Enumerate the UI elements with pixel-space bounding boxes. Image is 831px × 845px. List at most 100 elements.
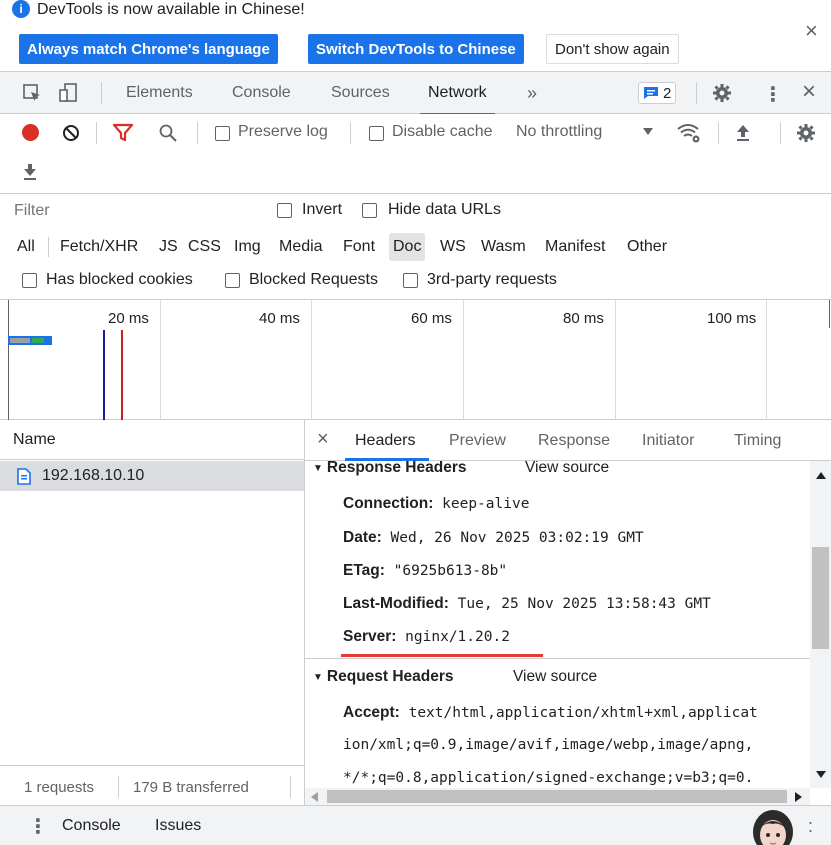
details-tab-bar: × Headers Preview Response Initiator Tim…	[305, 420, 831, 461]
type-filter-doc[interactable]: Doc	[389, 233, 426, 261]
search-icon[interactable]	[158, 123, 178, 143]
tab-headers[interactable]: Headers	[355, 432, 415, 450]
scroll-right-arrow-icon[interactable]	[795, 792, 802, 802]
scrollbar-thumb[interactable]	[812, 547, 829, 649]
network-toolbar: Preserve log Disable cache No throttling	[0, 114, 831, 194]
network-conditions-icon[interactable]	[676, 122, 702, 144]
divider	[118, 776, 119, 798]
info-icon: i	[12, 0, 30, 18]
filter-icon[interactable]	[112, 123, 134, 143]
tab-elements[interactable]: Elements	[126, 72, 193, 114]
request-headers-section-toggle[interactable]: ▼ Request Headers	[313, 668, 454, 686]
tick-label: 80 ms	[563, 310, 604, 327]
dont-show-again-button[interactable]: Don't show again	[546, 34, 679, 64]
type-filter-ws[interactable]: WS	[436, 233, 470, 261]
table-row[interactable]: 192.168.10.10	[0, 461, 304, 491]
tab-initiator[interactable]: Initiator	[642, 432, 694, 450]
record-icon[interactable]	[22, 124, 39, 141]
type-filter-img[interactable]: Img	[230, 233, 265, 261]
network-settings-gear-icon[interactable]	[796, 123, 816, 143]
overview-start-line	[8, 300, 9, 420]
throttling-select[interactable]: No throttling	[516, 123, 602, 141]
filter-input[interactable]	[10, 198, 258, 224]
scroll-down-arrow-icon[interactable]	[816, 771, 826, 779]
tab-network[interactable]: Network	[420, 72, 495, 115]
tab-timing[interactable]: Timing	[734, 432, 781, 450]
inspect-element-icon[interactable]	[22, 83, 42, 103]
type-filter-media[interactable]: Media	[275, 233, 327, 261]
divider	[96, 122, 97, 144]
disable-cache-checkbox[interactable]	[369, 126, 384, 141]
tab-console[interactable]: Console	[232, 72, 291, 114]
load-event-line	[121, 330, 123, 420]
network-overview[interactable]: 20 ms 40 ms 60 ms 80 ms 100 ms	[0, 300, 831, 420]
header-accept-continued: ion/xml;q=0.9,image/avif,image/webp,imag…	[343, 737, 754, 753]
drawer-tab-issues[interactable]: Issues	[155, 817, 201, 835]
tick-label: 20 ms	[108, 310, 149, 327]
language-infobar: i DevTools is now available in Chinese! …	[0, 0, 831, 72]
drawer-close-icon[interactable]: :	[808, 816, 813, 837]
third-party-checkbox[interactable]	[403, 273, 418, 288]
type-filter-manifest[interactable]: Manifest	[541, 233, 609, 261]
invert-label: Invert	[302, 201, 343, 218]
header-accept: Accept: text/html,application/xhtml+xml,…	[343, 704, 758, 722]
tab-preview[interactable]: Preview	[449, 432, 506, 450]
switch-to-chinese-button[interactable]: Switch DevTools to Chinese	[308, 34, 524, 64]
tab-response[interactable]: Response	[538, 432, 610, 450]
import-har-icon[interactable]	[735, 123, 751, 143]
chevron-down-icon[interactable]	[643, 128, 653, 136]
horizontal-scrollbar[interactable]	[305, 788, 810, 805]
tick-label: 100 ms	[707, 310, 757, 327]
divider	[48, 237, 49, 257]
dom-content-loaded-line	[103, 330, 105, 420]
disable-cache-label: Disable cache	[392, 123, 493, 140]
triangle-down-icon: ▼	[313, 462, 323, 474]
type-filter-font[interactable]: Font	[339, 233, 379, 261]
has-blocked-cookies-checkbox[interactable]	[22, 273, 37, 288]
scrollbar-thumb[interactable]	[327, 790, 787, 803]
vertical-scrollbar[interactable]	[810, 461, 831, 788]
overview-end-line	[829, 300, 830, 328]
clear-icon[interactable]	[61, 123, 81, 143]
invert-checkbox[interactable]	[277, 203, 292, 218]
header-etag: ETag: "6925b613-8b"	[343, 562, 507, 580]
scroll-left-arrow-icon[interactable]	[311, 792, 318, 802]
column-header-name[interactable]: Name	[13, 431, 56, 449]
blocked-requests-checkbox[interactable]	[225, 273, 240, 288]
transferred-size: 179 B transferred	[133, 779, 249, 796]
issues-count: 2	[663, 84, 672, 102]
status-bar: 1 requests 179 B transferred	[0, 765, 304, 805]
tab-sources[interactable]: Sources	[331, 72, 390, 114]
close-details-button[interactable]: ×	[317, 428, 329, 451]
drawer-menu-icon[interactable]: ⋮	[28, 814, 48, 839]
divider	[101, 82, 102, 104]
scroll-up-arrow-icon[interactable]	[816, 471, 826, 479]
settings-gear-icon[interactable]	[712, 83, 732, 103]
request-view-source-link[interactable]: View source	[513, 668, 597, 686]
gridline	[615, 300, 616, 420]
device-toolbar-icon[interactable]	[58, 82, 80, 104]
divider	[696, 82, 697, 104]
issues-counter[interactable]: 2	[638, 82, 677, 104]
response-view-source-link[interactable]: View source	[525, 461, 609, 477]
response-headers-section-toggle[interactable]: ▼ Response Headers	[313, 461, 466, 477]
type-filter-css[interactable]: CSS	[184, 233, 225, 261]
export-har-icon[interactable]	[22, 162, 38, 182]
drawer-tab-console[interactable]: Console	[62, 817, 121, 835]
header-name: Last-Modified:	[343, 595, 449, 612]
type-filter-other[interactable]: Other	[623, 233, 671, 261]
match-language-button[interactable]: Always match Chrome's language	[19, 34, 278, 64]
header-connection: Connection: keep-alive	[343, 495, 529, 513]
highlight-underline	[341, 654, 543, 657]
hide-data-urls-checkbox[interactable]	[362, 203, 377, 218]
close-devtools-button[interactable]: ×	[802, 78, 816, 106]
type-filter-all[interactable]: All	[13, 233, 39, 261]
more-tabs-button[interactable]: »	[527, 72, 537, 114]
type-filter-fetch-xhr[interactable]: Fetch/XHR	[56, 233, 142, 261]
preserve-log-checkbox[interactable]	[215, 126, 230, 141]
infobar-close-button[interactable]: ×	[805, 18, 818, 44]
header-name: Date:	[343, 529, 382, 546]
type-filter-js[interactable]: JS	[155, 233, 182, 261]
more-options-icon[interactable]: ⋮	[763, 82, 783, 107]
type-filter-wasm[interactable]: Wasm	[477, 233, 530, 261]
